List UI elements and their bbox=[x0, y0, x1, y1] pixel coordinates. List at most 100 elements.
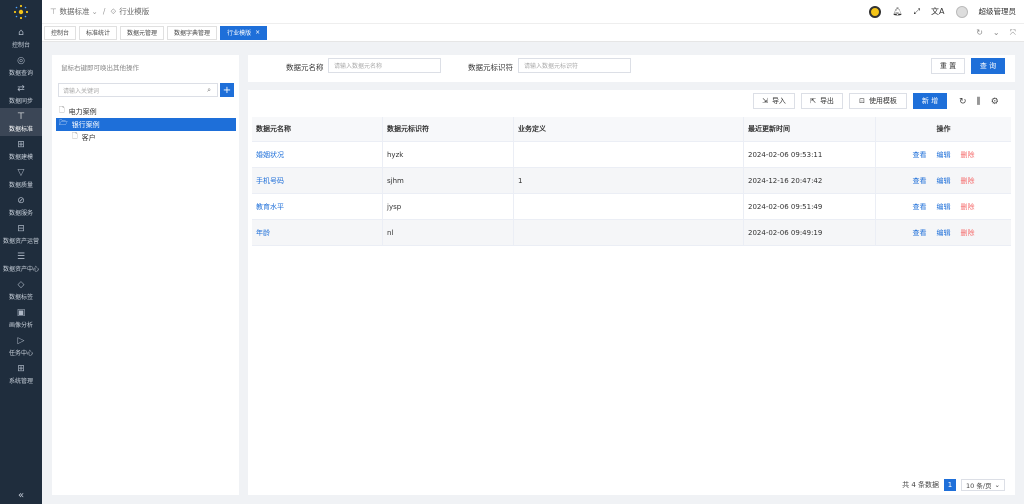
element-name-link[interactable]: 年龄 bbox=[256, 228, 270, 238]
view-button[interactable]: 查看 bbox=[913, 176, 927, 186]
nav-icon: ⇄ bbox=[17, 83, 25, 94]
use-template-button[interactable]: ⊡ 使用模板 bbox=[849, 93, 907, 109]
sidebar-item[interactable]: ▷ 任务中心 bbox=[0, 332, 42, 360]
nav-icon: ⌂ bbox=[18, 27, 24, 38]
id-filter-label: 数据元标识符 bbox=[468, 63, 513, 72]
page-size-select[interactable]: 10 条/页 ⌄ bbox=[961, 479, 1005, 491]
translate-icon[interactable]: 文A bbox=[931, 6, 944, 17]
name-filter-input[interactable]: 请输入数据元名称 bbox=[328, 58, 441, 73]
cell-code: hyzk bbox=[383, 142, 514, 167]
sidebar-item[interactable]: ◎ 数据查询 bbox=[0, 52, 42, 80]
delete-button[interactable]: 删除 bbox=[961, 176, 975, 186]
view-button[interactable]: 查看 bbox=[913, 228, 927, 238]
tab[interactable]: 行业模版 × bbox=[220, 25, 268, 40]
sidebar-item[interactable]: ☰ 数据资产中心 bbox=[0, 248, 42, 276]
table-panel: ⇲ 导入 ⇱ 导出 ⊡ 使用模板 新 增 ↻ ⫼ ⚙ 数据元名称 数据元标识符 业务定… bbox=[248, 90, 1015, 495]
tab[interactable]: 数据字典管理 bbox=[167, 25, 218, 40]
cell-name[interactable]: 手机号码 bbox=[252, 168, 383, 193]
column-height-icon[interactable]: ⫼ bbox=[977, 97, 981, 107]
template-icon: ⊡ bbox=[859, 97, 865, 105]
cell-name[interactable]: 婚姻状况 bbox=[252, 142, 383, 167]
nav-icon: ⊤ bbox=[17, 111, 25, 122]
export-button[interactable]: ⇱ 导出 bbox=[801, 93, 843, 109]
tab-label: 数据字典管理 bbox=[174, 30, 211, 37]
sidebar-item[interactable]: ⊟ 数据资产运营 bbox=[0, 220, 42, 248]
delete-button[interactable]: 删除 bbox=[961, 228, 975, 238]
theme-toggle-icon[interactable] bbox=[869, 5, 882, 18]
import-label: 导入 bbox=[771, 97, 786, 105]
tree-node[interactable]: 🗁︎ 银行案例 bbox=[56, 118, 236, 131]
element-name-link[interactable]: 婚姻状况 bbox=[256, 150, 284, 160]
edit-button[interactable]: 编辑 bbox=[937, 202, 951, 212]
table-row: 手机号码 sjhm 1 2024-12-16 20:47:42 查看 编辑 删除 bbox=[252, 168, 1011, 194]
search-icon[interactable]: ⌕ bbox=[207, 86, 211, 95]
page-1-button[interactable]: 1 bbox=[944, 479, 957, 491]
view-button[interactable]: 查看 bbox=[913, 150, 927, 160]
delete-button[interactable]: 删除 bbox=[961, 202, 975, 212]
import-icon: ⇲ bbox=[762, 97, 768, 105]
edit-button[interactable]: 编辑 bbox=[937, 228, 951, 238]
page-size-value: 10 条/页 bbox=[966, 482, 992, 490]
cell-updated: 2024-12-16 20:47:42 bbox=[744, 168, 876, 193]
element-name-link[interactable]: 手机号码 bbox=[256, 176, 284, 186]
name-filter-label: 数据元名称 bbox=[286, 63, 324, 72]
chevron-down-icon[interactable]: ⌄ bbox=[993, 28, 1000, 38]
cell-name[interactable]: 教育水平 bbox=[252, 194, 383, 219]
id-filter-input[interactable]: 请输入数据元标识符 bbox=[518, 58, 631, 73]
edit-button[interactable]: 编辑 bbox=[937, 150, 951, 160]
fullscreen-icon[interactable]: ⤢ bbox=[914, 7, 920, 17]
app-logo[interactable] bbox=[0, 0, 42, 24]
column-header-updated: 最近更新时间 bbox=[744, 117, 876, 141]
sidebar-item[interactable]: ⌂ 控制台 bbox=[0, 24, 42, 52]
maximize-icon[interactable]: ⤧ bbox=[1010, 28, 1016, 38]
sidebar-item[interactable]: ⊞ 数据建模 bbox=[0, 136, 42, 164]
cell-name[interactable]: 年龄 bbox=[252, 220, 383, 245]
avatar[interactable] bbox=[955, 5, 968, 18]
cell-definition bbox=[514, 142, 744, 167]
cell-actions: 查看 编辑 删除 bbox=[876, 168, 1011, 193]
sidebar-item[interactable]: ⇄ 数据同步 bbox=[0, 80, 42, 108]
refresh-icon[interactable]: ↻ bbox=[959, 97, 967, 107]
breadcrumb-item-standard[interactable]: 数据标准 bbox=[60, 6, 90, 17]
sidebar-item[interactable]: ◇ 数据标签 bbox=[0, 276, 42, 304]
username[interactable]: 超级管理员 bbox=[979, 6, 1017, 17]
cell-updated: 2024-02-06 09:53:11 bbox=[744, 142, 876, 167]
bell-icon[interactable]: 🔔︎ bbox=[892, 7, 902, 16]
sidebar-item[interactable]: ⊘ 数据服务 bbox=[0, 192, 42, 220]
tree-node[interactable]: 🗋︎ 电力案例 bbox=[56, 105, 236, 118]
sidebar-item[interactable]: ⊞ 系统管理 bbox=[0, 360, 42, 388]
edit-button[interactable]: 编辑 bbox=[937, 176, 951, 186]
reset-button[interactable]: 重 置 bbox=[931, 58, 965, 74]
import-button[interactable]: ⇲ 导入 bbox=[753, 93, 795, 109]
cell-code: jysp bbox=[383, 194, 514, 219]
tree-node-label: 电力案例 bbox=[68, 107, 97, 116]
keyword-search-input[interactable]: 请输入关键词 ⌕ bbox=[58, 83, 218, 97]
breadcrumb-separator: / bbox=[102, 7, 106, 16]
tab-label: 控制台 bbox=[51, 30, 70, 37]
sidebar-item[interactable]: ▣ 画像分析 bbox=[0, 304, 42, 332]
sidebar-item[interactable]: ▽ 数据质量 bbox=[0, 164, 42, 192]
tab[interactable]: 控制台 bbox=[44, 25, 77, 40]
tab[interactable]: 标准统计 bbox=[79, 25, 118, 40]
cell-definition bbox=[514, 220, 744, 245]
chevron-down-icon[interactable]: ⌄ bbox=[92, 7, 98, 16]
close-icon[interactable]: × bbox=[255, 29, 260, 36]
add-button[interactable]: 新 增 bbox=[913, 93, 947, 109]
query-button[interactable]: 查 询 bbox=[971, 58, 1005, 74]
column-header-definition: 业务定义 bbox=[514, 117, 744, 141]
delete-button[interactable]: 删除 bbox=[961, 150, 975, 160]
sidebar-item[interactable]: ⊤ 数据标准 bbox=[0, 108, 42, 136]
refresh-icon[interactable]: ↻ bbox=[976, 28, 983, 38]
gear-icon[interactable]: ⚙ bbox=[991, 97, 999, 107]
collapse-sidebar-button[interactable]: « bbox=[0, 486, 42, 504]
element-name-link[interactable]: 教育水平 bbox=[256, 202, 284, 212]
sidebar-item-label: 任务中心 bbox=[8, 349, 33, 357]
tab[interactable]: 数据元管理 bbox=[120, 25, 165, 40]
export-label: 导出 bbox=[819, 97, 834, 105]
top-bar: ⊤ 数据标准 ⌄ / ⟐ 行业模版 🔔︎ ⤢ 文A 超级管理员 bbox=[42, 0, 1024, 24]
view-button[interactable]: 查看 bbox=[913, 202, 927, 212]
tree-node[interactable]: 🗋︎ 客户 bbox=[56, 131, 236, 144]
sidebar-item-label: 数据标准 bbox=[8, 125, 33, 133]
add-tree-node-button[interactable]: + bbox=[220, 83, 234, 97]
sidebar-item-label: 数据查询 bbox=[8, 69, 33, 77]
